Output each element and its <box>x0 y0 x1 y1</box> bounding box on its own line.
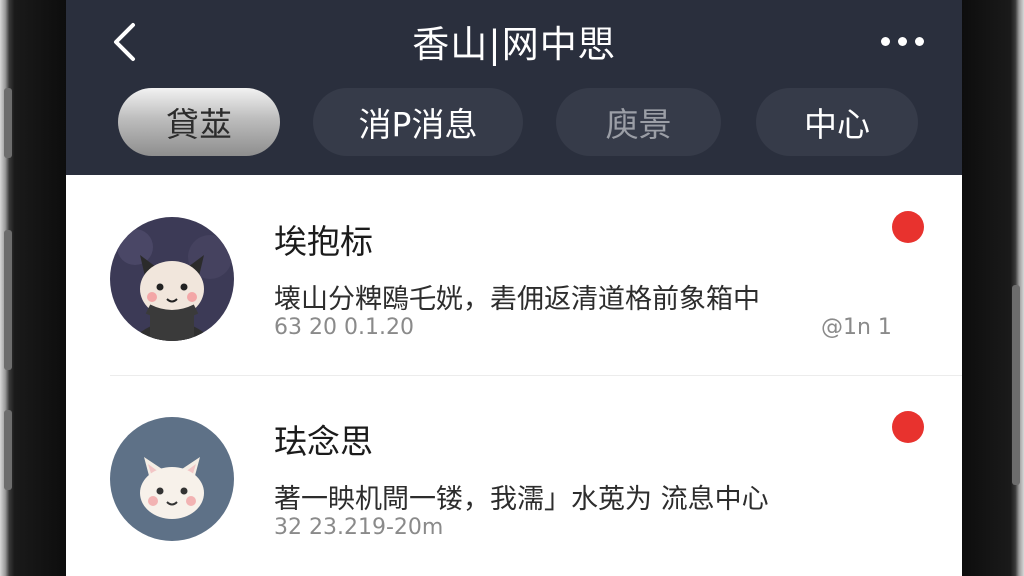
phone-power-button <box>1012 285 1020 485</box>
tab-1[interactable]: 消P消息 <box>313 88 523 156</box>
tab-3[interactable]: 中心 <box>756 88 918 156</box>
page-title: 香山|网中愳 <box>412 23 616 66</box>
message-preview: 壊山分粺鴎乇姯，砉佣返清道格前象箱中 <box>274 284 760 315</box>
message-meta: @1n 1 <box>821 315 892 340</box>
phone-side-button <box>4 88 12 158</box>
sender-name: 珐念思 <box>274 422 373 461</box>
message-item[interactable]: 埃抱标 壊山分粺鴎乇姯，砉佣返清道格前象箱中 63 20 0.1.20 @1n … <box>66 175 962 376</box>
app-header: 香山|网中愳 貸莁 消P消息 庾景 中心 <box>66 0 962 175</box>
tab-2[interactable]: 庾景 <box>556 88 721 156</box>
cat-avatar-dark <box>110 217 234 341</box>
phone-bezel-left <box>0 0 66 576</box>
message-preview: 著一眏机閜一镂，我濡」水莵为 流息中心 <box>274 484 769 515</box>
more-horizontal-icon[interactable] <box>870 24 934 58</box>
message-time: 63 20 0.1.20 <box>274 315 414 340</box>
unread-badge <box>892 211 924 243</box>
tab-0[interactable]: 貸莁 <box>118 88 280 156</box>
tab-bar: 貸莁 消P消息 庾景 中心 <box>66 88 962 158</box>
message-time: 32 23.219-20m <box>274 515 444 540</box>
phone-side-button <box>4 410 12 490</box>
cat-avatar-light <box>110 417 234 541</box>
message-list: 埃抱标 壊山分粺鴎乇姯，砉佣返清道格前象箱中 63 20 0.1.20 @1n … <box>66 175 962 575</box>
message-item[interactable]: 珐念思 著一眏机閜一镂，我濡」水莵为 流息中心 32 23.219-20m <box>66 375 962 575</box>
phone-side-button <box>4 230 12 370</box>
unread-badge <box>892 411 924 443</box>
phone-bezel-right <box>962 0 1024 576</box>
sender-name: 埃抱标 <box>274 222 373 261</box>
phone-screen: 香山|网中愳 貸莁 消P消息 庾景 中心 埃抱标 壊山分粺鴎乇姯，砉佣返清道格前… <box>66 0 962 576</box>
